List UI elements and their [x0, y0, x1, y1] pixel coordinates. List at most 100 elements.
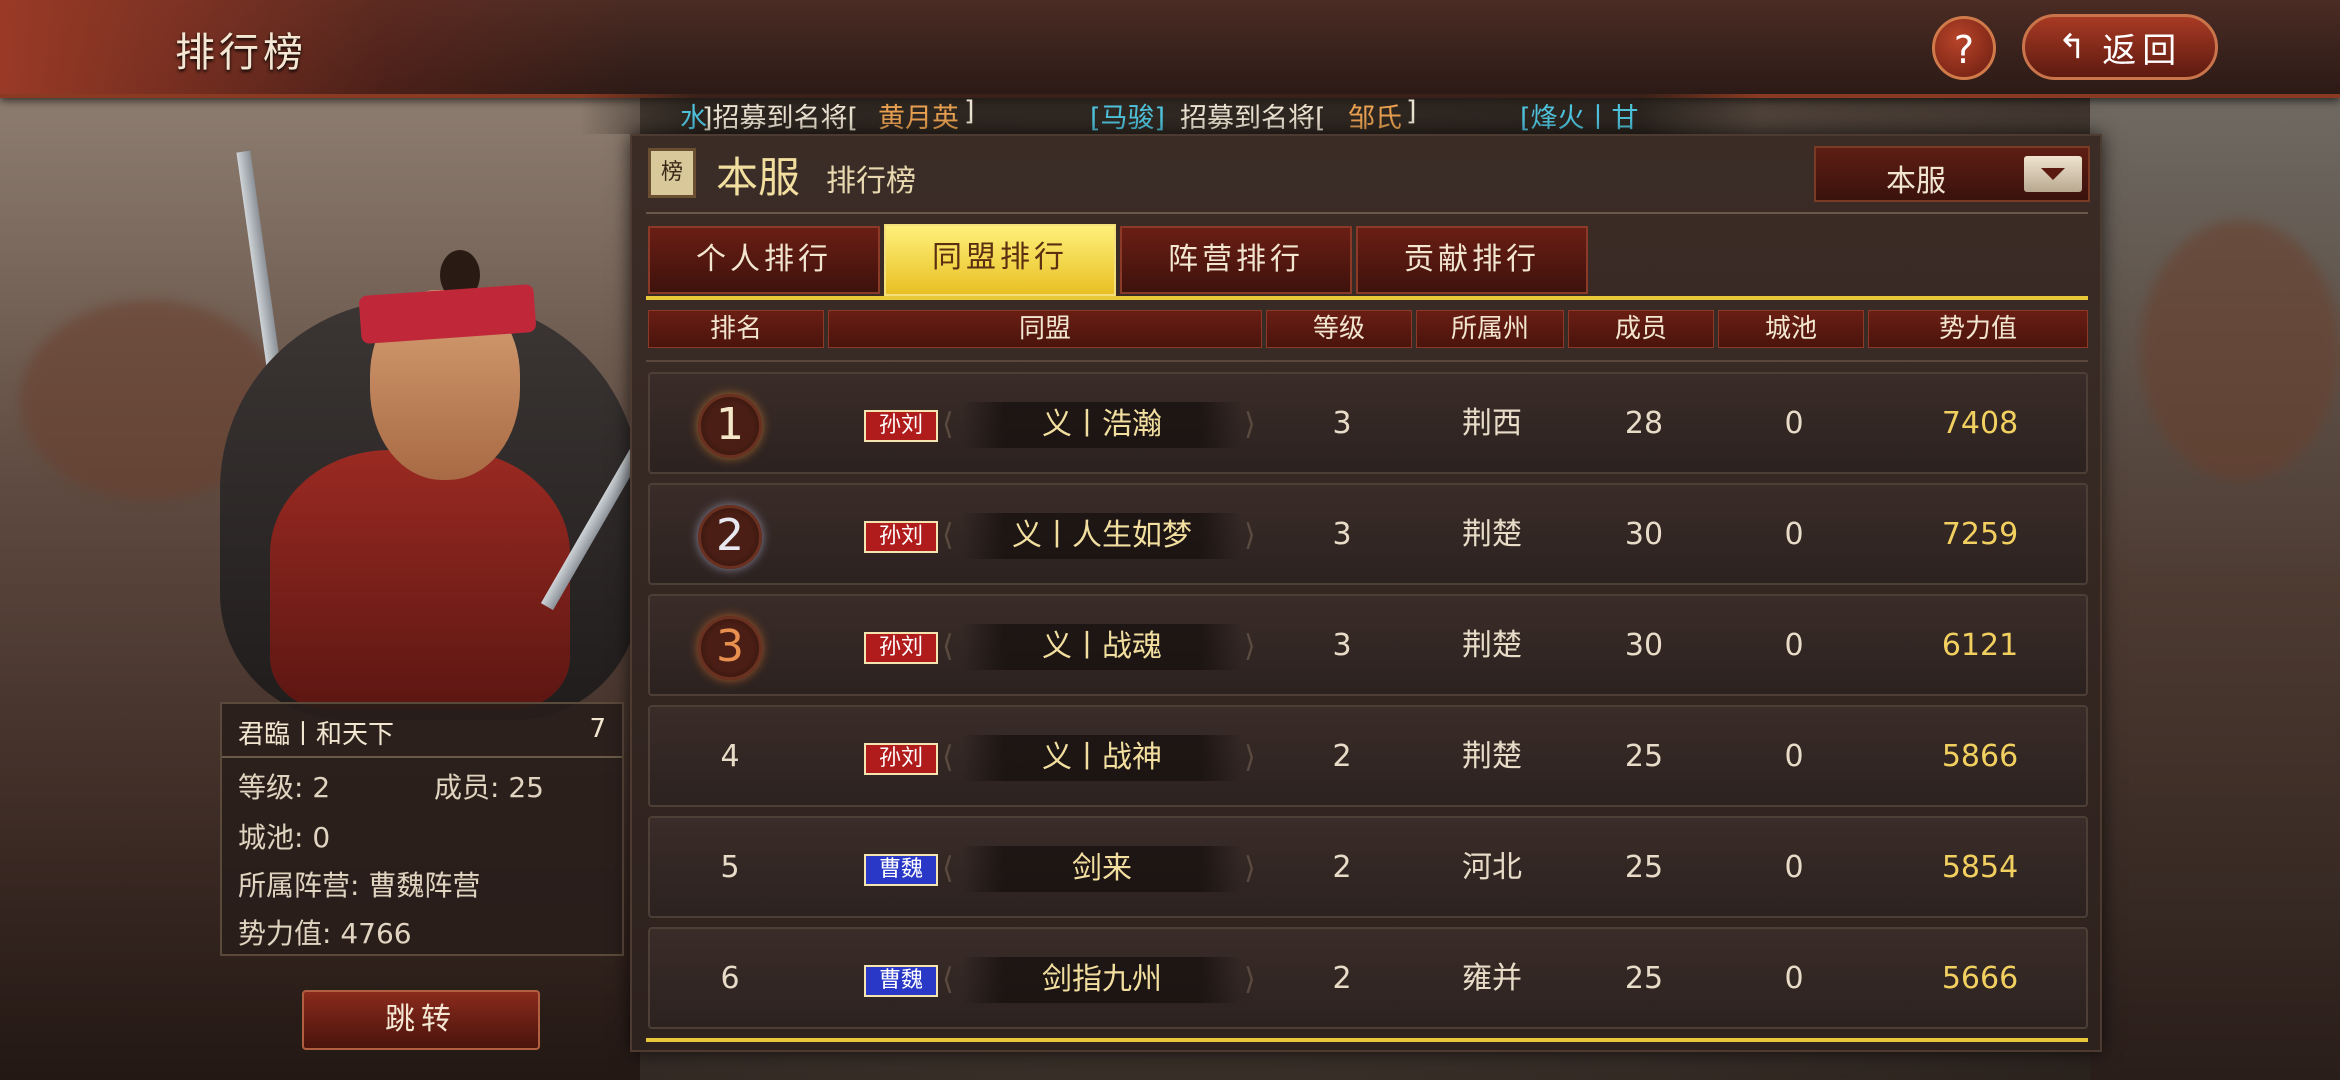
power-cell: 7408 — [1941, 406, 2019, 441]
background-tree — [2140, 220, 2340, 480]
cities-cell: 0 — [1784, 406, 1804, 441]
state-cell: 荆楚 — [1462, 517, 1522, 552]
back-button[interactable]: ↰ 返回 — [2022, 14, 2218, 80]
column-header-state: 所属州 — [1416, 310, 1564, 348]
members-cell: 25 — [1624, 961, 1664, 996]
cities-cell: 0 — [1784, 628, 1804, 663]
server-select[interactable]: 本服 — [1814, 146, 2090, 202]
ornament-icon: ⟨ — [942, 740, 954, 775]
cities-cell: 0 — [1784, 850, 1804, 885]
state-cell: 荆楚 — [1462, 628, 1522, 663]
camp-badge: 孙刘 — [864, 632, 938, 664]
dropdown-arrow-icon[interactable] — [2024, 156, 2082, 192]
members-cell: 30 — [1624, 628, 1664, 663]
ticker-segment: ] — [964, 96, 975, 127]
column-header-power: 势力值 — [1868, 310, 2088, 348]
level-cell: 2 — [1332, 850, 1352, 885]
ticker-segment: 邹氏 — [1348, 103, 1402, 134]
members-cell: 28 — [1624, 406, 1664, 441]
power-cell: 6121 — [1941, 628, 2019, 663]
rank-number: 4 — [720, 739, 740, 774]
ticker-segment: 招募到名将[ — [1180, 103, 1326, 134]
ticker-segment: [烽火丨甘 — [1520, 103, 1639, 134]
state-cell: 荆西 — [1462, 406, 1522, 441]
alliance-level: 等级: 2 — [238, 771, 331, 804]
ornament-icon: ⟩ — [1244, 518, 1256, 553]
state-cell: 荆楚 — [1462, 739, 1522, 774]
ornament-icon: ⟨ — [942, 518, 954, 553]
level-cell: 3 — [1332, 517, 1352, 552]
ticker-segment: [马骏] — [1090, 103, 1166, 134]
ornament-icon: ⟨ — [942, 851, 954, 886]
panel-title: 本服 — [716, 153, 801, 202]
level-cell: 3 — [1332, 406, 1352, 441]
my-alliance-card: 君臨丨和天下 7 等级: 2 成员: 25 城池: 0 所属阵营: 曹魏阵营 势… — [220, 702, 624, 956]
alliance-camp: 所属阵营: 曹魏阵营 — [238, 869, 481, 902]
rank-medal-bronze: 3 — [698, 616, 762, 680]
camp-badge: 孙刘 — [864, 521, 938, 553]
alliance-name-cell: 义丨战魂 — [962, 624, 1242, 670]
ranking-panel: 榜 本服 排行榜 本服 个人排行 同盟排行 阵营排行 贡献排行 排名 同盟 等级… — [630, 134, 2102, 1052]
members-cell: 25 — [1624, 850, 1664, 885]
ornament-icon: ⟩ — [1244, 407, 1256, 442]
hero-portrait — [200, 150, 654, 720]
tab-personal-ranking[interactable]: 个人排行 — [648, 226, 880, 294]
alliance-name-cell: 剑来 — [962, 846, 1242, 892]
ornament-icon: ⟩ — [1244, 740, 1256, 775]
tab-contribution-ranking[interactable]: 贡献排行 — [1356, 226, 1588, 294]
ornament-icon: ⟩ — [1244, 851, 1256, 886]
panel-subtitle: 排行榜 — [826, 164, 916, 199]
ranking-board-icon: 榜 — [648, 148, 696, 198]
broadcast-ticker: 水 ]招募到名将[ 黄月英 ] [马骏] 招募到名将[ 邹氏 ] [烽火丨甘 — [580, 94, 1760, 134]
alliance-power: 势力值: 4766 — [238, 917, 412, 950]
ornament-icon: ⟩ — [1244, 629, 1256, 664]
tab-camp-ranking[interactable]: 阵营排行 — [1120, 226, 1352, 294]
table-row[interactable]: 2 孙刘 ⟨ 义丨人生如梦 ⟩ 3 荆楚 30 0 7259 — [648, 483, 2088, 585]
alliance-cities: 城池: 0 — [238, 821, 331, 854]
power-cell: 5854 — [1941, 850, 2019, 885]
ticker-segment: ] — [1406, 96, 1417, 127]
alliance-members: 成员: 25 — [434, 771, 544, 804]
column-header-alliance: 同盟 — [828, 310, 1262, 348]
table-row[interactable]: 3 孙刘 ⟨ 义丨战魂 ⟩ 3 荆楚 30 0 6121 — [648, 594, 2088, 696]
server-select-value: 本服 — [1886, 164, 1946, 199]
level-cell: 2 — [1332, 739, 1352, 774]
camp-badge: 孙刘 — [864, 410, 938, 442]
table-row[interactable]: 6 曹魏 ⟨ 剑指九州 ⟩ 2 雍并 25 0 5666 — [648, 927, 2088, 1029]
alliance-name-cell: 剑指九州 — [962, 957, 1242, 1003]
rank-medal-gold: 1 — [698, 394, 762, 458]
rank-medal-silver: 2 — [698, 505, 762, 569]
ticker-segment: 黄月英 — [878, 103, 959, 134]
alliance-name-cell: 义丨战神 — [962, 735, 1242, 781]
column-header-members: 成员 — [1568, 310, 1714, 348]
table-row[interactable]: 5 曹魏 ⟨ 剑来 ⟩ 2 河北 25 0 5854 — [648, 816, 2088, 918]
members-cell: 30 — [1624, 517, 1664, 552]
ornament-icon: ⟨ — [942, 629, 954, 664]
table-row[interactable]: 4 孙刘 ⟨ 义丨战神 ⟩ 2 荆楚 25 0 5866 — [648, 705, 2088, 807]
ornament-icon: ⟩ — [1244, 962, 1256, 997]
ticker-segment: ]招募到名将[ — [702, 103, 859, 134]
rank-number: 6 — [720, 961, 740, 996]
ornament-icon: ⟨ — [942, 962, 954, 997]
column-header-level: 等级 — [1266, 310, 1412, 348]
tab-alliance-ranking[interactable]: 同盟排行 — [884, 224, 1116, 296]
camp-badge: 曹魏 — [864, 854, 938, 886]
cities-cell: 0 — [1784, 961, 1804, 996]
jump-button[interactable]: 跳转 — [302, 990, 540, 1050]
state-cell: 雍并 — [1462, 961, 1522, 996]
table-row[interactable]: 1 孙刘 ⟨ 义丨浩瀚 ⟩ 3 荆西 28 0 7408 — [648, 372, 2088, 474]
alliance-name: 君臨丨和天下 — [238, 720, 395, 750]
level-cell: 3 — [1332, 628, 1352, 663]
power-cell: 5666 — [1941, 961, 2019, 996]
help-button[interactable]: ? — [1932, 16, 1996, 80]
level-cell: 2 — [1332, 961, 1352, 996]
cities-cell: 0 — [1784, 517, 1804, 552]
camp-badge: 孙刘 — [864, 743, 938, 775]
power-cell: 5866 — [1941, 739, 2019, 774]
column-header-rank: 排名 — [648, 310, 824, 348]
state-cell: 河北 — [1462, 850, 1522, 885]
rank-number: 5 — [720, 850, 740, 885]
top-bar: 排行榜 ? ↰ 返回 — [0, 0, 2340, 98]
cities-cell: 0 — [1784, 739, 1804, 774]
back-button-label: 返回 — [2102, 30, 2183, 71]
